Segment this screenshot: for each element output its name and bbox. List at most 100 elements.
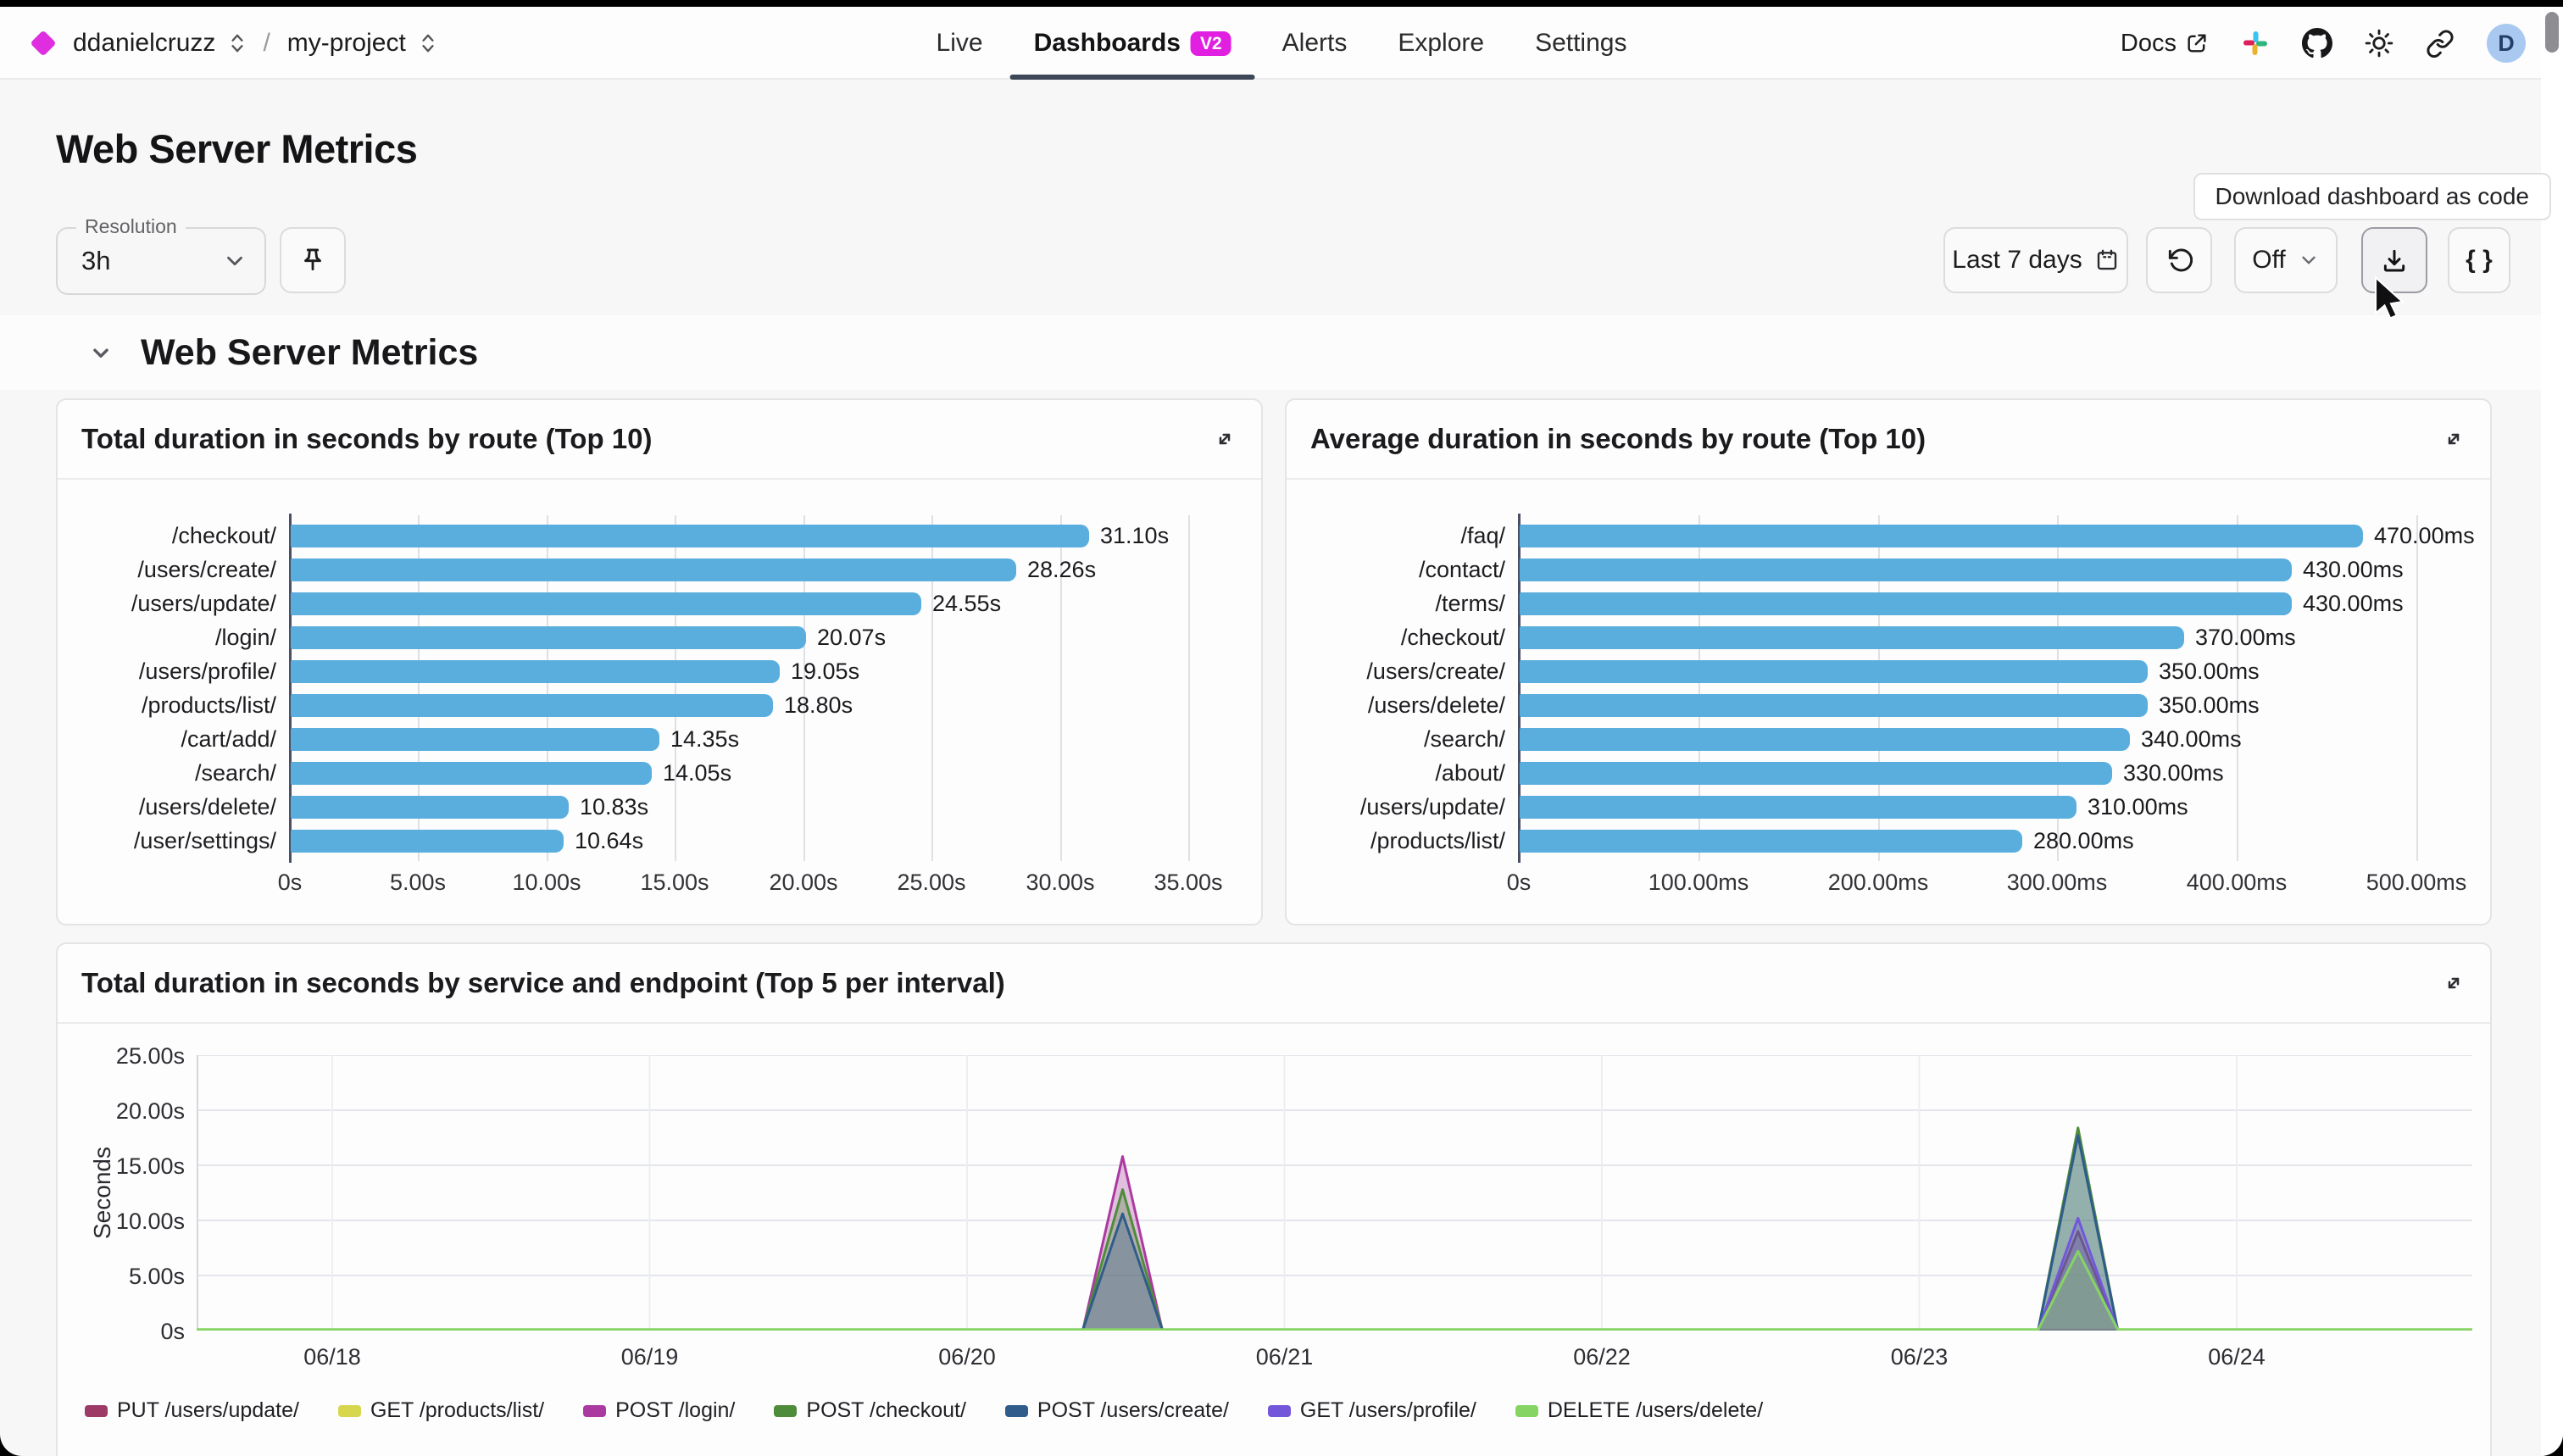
org-switcher-chevrons-icon[interactable]: [229, 32, 246, 54]
bar-category-label: /products/list/: [76, 693, 276, 717]
area-series-3[interactable]: [197, 1128, 2472, 1331]
legend-item[interactable]: GET /products/list/: [338, 1398, 544, 1423]
theme-sun-icon[interactable]: [2365, 29, 2393, 58]
bar[interactable]: [291, 559, 1016, 581]
x-tick-label: 300.00ms: [2007, 870, 2108, 896]
area-series-6[interactable]: [197, 1251, 2472, 1331]
area-plot-area[interactable]: [197, 1055, 2472, 1331]
x-tick-label: 15.00s: [640, 870, 709, 896]
bar[interactable]: [1520, 762, 2112, 785]
chevron-down-icon: [2298, 249, 2320, 271]
x-tick-label: 06/24: [2208, 1344, 2266, 1370]
bar-plot-area[interactable]: 0s100.00ms200.00ms300.00ms400.00ms500.00…: [1519, 519, 2416, 858]
bar-category-label: /about/: [1305, 761, 1505, 785]
scrollbar-thumb[interactable]: [2545, 12, 2559, 53]
legend-item[interactable]: DELETE /users/delete/: [1515, 1398, 1763, 1423]
bar[interactable]: [1520, 660, 2148, 683]
bar[interactable]: [291, 796, 569, 819]
bar-chart-total-duration[interactable]: 0s5.00s10.00s15.00s20.00s25.00s30.00s35.…: [80, 480, 1239, 924]
bar-category-label: /search/: [76, 761, 276, 785]
bar-value-label: 31.10s: [1100, 525, 1169, 547]
bar[interactable]: [291, 592, 921, 615]
external-link-icon: [2185, 31, 2209, 55]
legend-swatch: [1268, 1405, 1291, 1417]
bar-value-label: 19.05s: [791, 660, 859, 683]
x-tick-label: 0s: [1507, 870, 1532, 896]
panel-average-duration-by-route: Average duration in seconds by route (To…: [1285, 398, 2492, 925]
y-tick-label: 15.00s: [80, 1153, 185, 1180]
share-link-icon[interactable]: [2426, 29, 2455, 58]
refresh-button[interactable]: [2146, 227, 2212, 293]
x-tick-label: 06/20: [938, 1344, 996, 1370]
bar-value-label: 310.00ms: [2088, 796, 2188, 819]
nav-actions: Docs D: [2121, 7, 2526, 80]
legend-label: POST /login/: [615, 1398, 735, 1423]
bar-category-label: /checkout/: [76, 524, 276, 547]
bar[interactable]: [1520, 694, 2148, 717]
legend-swatch: [1005, 1405, 1028, 1417]
tab-explore[interactable]: Explore: [1398, 7, 1484, 80]
bar-value-label: 430.00ms: [2303, 559, 2404, 581]
y-tick-label: 5.00s: [80, 1264, 185, 1290]
user-avatar[interactable]: D: [2487, 24, 2526, 63]
x-tick-label: 20.00s: [769, 870, 837, 896]
bar[interactable]: [1520, 626, 2184, 649]
bar-value-label: 10.64s: [575, 830, 643, 853]
bar[interactable]: [291, 694, 773, 717]
org-switcher[interactable]: ddanielcruzz: [73, 29, 215, 58]
legend-item[interactable]: PUT /users/update/: [85, 1398, 299, 1423]
x-tick-label: 06/19: [621, 1344, 679, 1370]
area-series-0[interactable]: [197, 1231, 2472, 1331]
legend-item[interactable]: POST /users/create/: [1005, 1398, 1229, 1423]
time-range-button[interactable]: Last 7 days: [1943, 227, 2128, 293]
bar-category-label: /login/: [76, 625, 276, 649]
bar-plot-area[interactable]: 0s5.00s10.00s15.00s20.00s25.00s30.00s35.…: [290, 519, 1188, 858]
pin-dashboard-button[interactable]: [280, 227, 346, 293]
area-series-5[interactable]: [197, 1218, 2472, 1331]
panel-title: Average duration in seconds by route (To…: [1310, 423, 1926, 455]
tab-dashboards[interactable]: DashboardsV2: [1034, 7, 1231, 80]
expand-panel-icon[interactable]: [2441, 426, 2466, 452]
x-tick-label: 30.00s: [1026, 870, 1094, 896]
bar-value-label: 430.00ms: [2303, 592, 2404, 615]
gridline: [1188, 515, 1190, 861]
expand-panel-icon[interactable]: [1212, 426, 1237, 452]
bar[interactable]: [291, 626, 806, 649]
bar[interactable]: [1520, 830, 2022, 853]
bar[interactable]: [291, 830, 564, 853]
dashboard-section-header[interactable]: Web Server Metrics: [0, 315, 2541, 390]
legend-item[interactable]: POST /login/: [583, 1398, 735, 1423]
legend-item[interactable]: GET /users/profile/: [1268, 1398, 1476, 1423]
tab-live[interactable]: Live: [937, 7, 983, 80]
bar[interactable]: [291, 728, 659, 751]
breadcrumb-divider: /: [263, 29, 270, 58]
legend-item[interactable]: POST /checkout/: [774, 1398, 966, 1423]
bar[interactable]: [1520, 559, 2292, 581]
json-view-button[interactable]: { }: [2448, 227, 2510, 293]
area-series-2[interactable]: [197, 1157, 2472, 1331]
bar[interactable]: [291, 660, 780, 683]
panel-title: Total duration in seconds by service and…: [81, 967, 1005, 999]
bar[interactable]: [1520, 525, 2363, 547]
bar[interactable]: [291, 525, 1089, 547]
slack-icon[interactable]: [2241, 29, 2270, 58]
tab-alerts[interactable]: Alerts: [1282, 7, 1348, 80]
bar[interactable]: [291, 762, 652, 785]
area-chart-duration-timeseries[interactable]: Seconds25.00s20.00s15.00s10.00s5.00s0s06…: [80, 1024, 2468, 1456]
bar[interactable]: [1520, 796, 2077, 819]
bar[interactable]: [1520, 592, 2292, 615]
auto-refresh-select[interactable]: Off: [2234, 227, 2338, 293]
project-switcher-chevrons-icon[interactable]: [420, 32, 436, 54]
bar-chart-average-duration[interactable]: 0s100.00ms200.00ms300.00ms400.00ms500.00…: [1309, 480, 2468, 924]
bar[interactable]: [1520, 728, 2130, 751]
expand-panel-icon[interactable]: [2441, 970, 2466, 996]
github-icon[interactable]: [2302, 28, 2332, 58]
section-collapse-chevron-icon[interactable]: [86, 338, 115, 367]
docs-link[interactable]: Docs: [2121, 30, 2209, 58]
resolution-select[interactable]: Resolution 3h: [56, 227, 266, 295]
bar-category-label: /users/update/: [76, 592, 276, 615]
project-switcher[interactable]: my-project: [287, 29, 406, 58]
x-tick-label: 400.00ms: [2187, 870, 2288, 896]
legend-swatch: [1515, 1405, 1538, 1417]
tab-settings[interactable]: Settings: [1535, 7, 1626, 80]
